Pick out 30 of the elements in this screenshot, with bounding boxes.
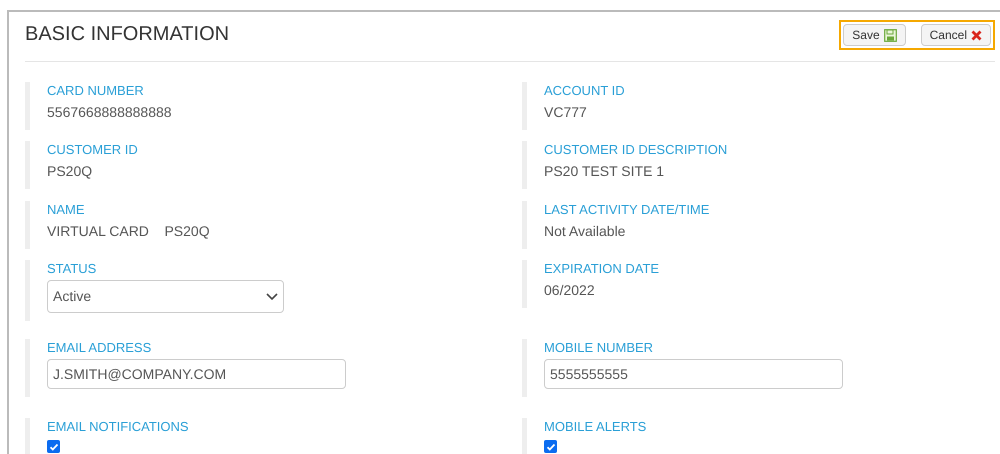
field-label: CARD NUMBER — [47, 83, 144, 99]
field-label: CUSTOMER ID — [47, 142, 138, 158]
save-icon — [884, 28, 897, 42]
field-label: NAME — [47, 202, 85, 218]
field-value: PS20Q — [47, 162, 92, 181]
field-label: ACCOUNT ID — [544, 83, 625, 99]
field-value: Not Available — [544, 222, 626, 241]
checkbox[interactable] — [544, 440, 557, 453]
chevron-down-icon — [266, 292, 278, 300]
field-label: EMAIL NOTIFICATIONS — [47, 419, 189, 435]
input-field[interactable]: J.SMITH@COMPANY.COM — [47, 359, 346, 389]
status-select[interactable]: Active — [47, 280, 284, 313]
section-title: BASIC INFORMATION — [25, 22, 230, 46]
field-value: PS20 TEST SITE 1 — [544, 162, 664, 181]
field-label: MOBILE ALERTS — [544, 419, 646, 435]
field-label: EMAIL ADDRESS — [47, 340, 152, 356]
input-field[interactable]: 5555555555 — [544, 359, 843, 389]
field-value: VC777 — [544, 103, 587, 122]
field-value: 5567668888888888 — [47, 103, 172, 122]
close-icon — [971, 30, 982, 40]
field-label: LAST ACTIVITY DATE/TIME — [544, 202, 710, 218]
field-label: STATUS — [47, 261, 96, 277]
field-label: MOBILE NUMBER — [544, 340, 654, 356]
field-label: CUSTOMER ID DESCRIPTION — [544, 142, 728, 158]
cancel-button[interactable]: Cancel — [920, 24, 991, 46]
field-value: 06/2022 — [544, 281, 595, 300]
field-value: VIRTUAL CARD PS20Q — [47, 222, 210, 241]
checkbox[interactable] — [47, 440, 60, 453]
field-label: EXPIRATION DATE — [544, 261, 660, 277]
save-button[interactable]: Save — [843, 24, 906, 46]
